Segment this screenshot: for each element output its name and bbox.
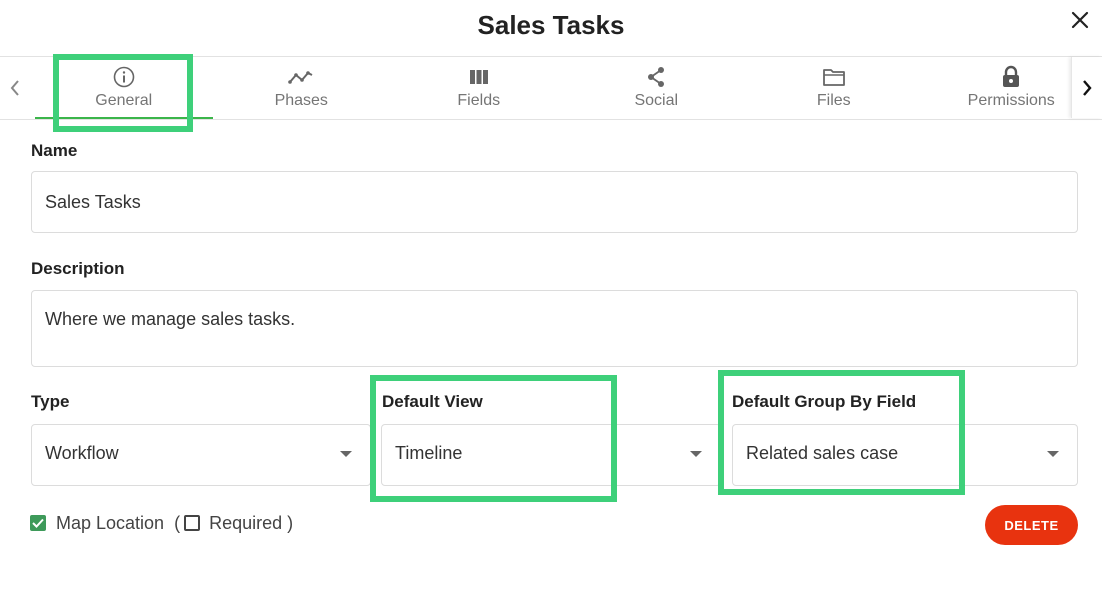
delete-button[interactable]: DELETE: [985, 505, 1078, 545]
map-location-checkbox[interactable]: [30, 515, 46, 531]
close-paren: ): [287, 512, 294, 533]
description-textarea[interactable]: Where we manage sales tasks.: [31, 290, 1078, 367]
default-view-select[interactable]: Timeline: [381, 424, 721, 486]
type-select-value: Workflow: [45, 443, 119, 463]
chevron-down-icon: [340, 451, 352, 457]
tab-label: Phases: [274, 92, 328, 109]
line-chart-icon: [288, 71, 313, 84]
chevron-left-icon: [10, 79, 19, 96]
dialog-header: Sales Tasks: [0, 0, 1102, 57]
default-view-label: Default View: [382, 392, 483, 411]
name-input-value: Sales Tasks: [45, 192, 141, 212]
name-label: Name: [31, 141, 78, 160]
folder-icon: [822, 69, 845, 86]
required-checkbox[interactable]: [184, 515, 201, 531]
chevron-down-icon: [690, 451, 702, 457]
description-label: Description: [31, 259, 125, 278]
type-select[interactable]: Workflow: [31, 424, 371, 486]
required-label: Required: [209, 512, 283, 533]
tab-scroll-right-button[interactable]: [1071, 57, 1102, 118]
tab-bar: General Phases Fields Social Files Permi…: [0, 57, 1102, 120]
group-by-select[interactable]: Related sales case: [732, 424, 1078, 486]
type-label: Type: [31, 392, 70, 411]
tab-label: Permissions: [967, 92, 1055, 109]
tab-label: Fields: [457, 92, 501, 109]
dialog-title: Sales Tasks: [477, 10, 625, 40]
info-circle-icon: [113, 66, 135, 88]
tab-social[interactable]: Social: [568, 57, 746, 119]
open-paren: (: [174, 512, 181, 533]
name-input[interactable]: Sales Tasks: [31, 171, 1078, 233]
columns-icon: [469, 70, 488, 84]
tab-label: Files: [816, 92, 851, 109]
chevron-right-icon: [1083, 79, 1092, 96]
tab-label: Social: [634, 92, 679, 109]
map-location-label: Map Location: [56, 512, 165, 533]
tab-label: General: [95, 92, 153, 109]
group-by-label: Default Group By Field: [732, 392, 917, 411]
tabs: General Phases Fields Social Files Permi…: [35, 57, 1100, 119]
group-by-value: Related sales case: [746, 443, 899, 463]
checkmark-icon: [32, 518, 44, 528]
tab-fields[interactable]: Fields: [390, 57, 568, 119]
share-icon: [648, 67, 665, 87]
checkbox-row: Map Location ( Required ): [30, 511, 293, 535]
tab-general[interactable]: General: [35, 57, 213, 119]
description-value: Where we manage sales tasks.: [45, 309, 296, 329]
tab-scroll-left-button[interactable]: [0, 57, 30, 118]
tab-files[interactable]: Files: [745, 57, 923, 119]
lock-icon: [1003, 65, 1020, 87]
close-icon: [1071, 11, 1089, 29]
close-button[interactable]: [1068, 8, 1092, 32]
default-view-value: Timeline: [395, 443, 463, 463]
tab-phases[interactable]: Phases: [213, 57, 391, 119]
chevron-down-icon: [1047, 451, 1059, 457]
